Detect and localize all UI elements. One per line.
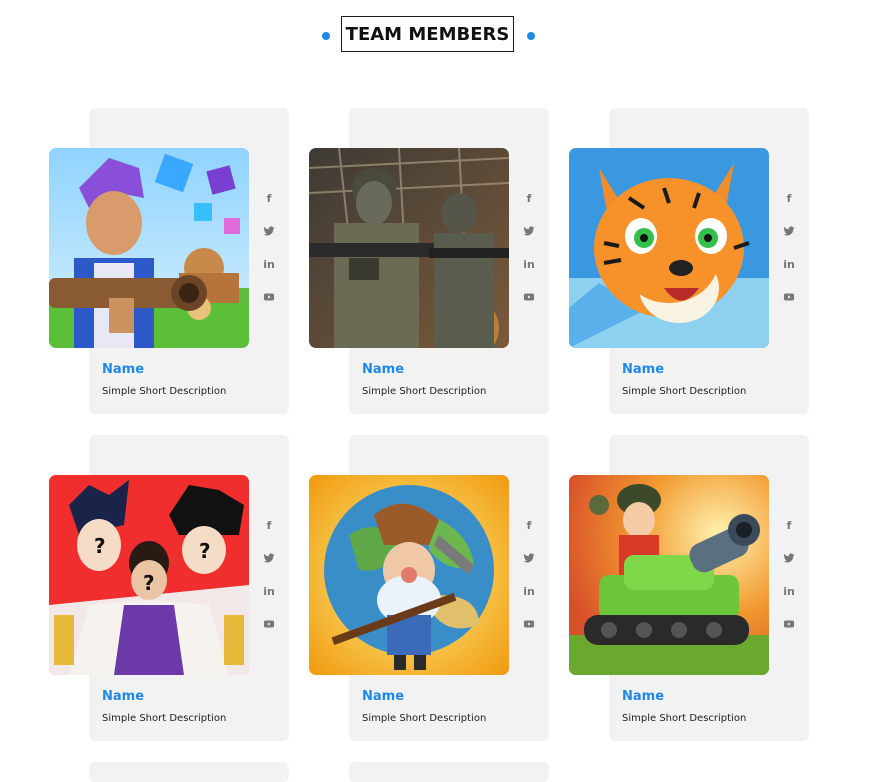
facebook-icon[interactable]: f [259, 517, 279, 533]
linkedin-icon[interactable]: in [779, 583, 799, 599]
member-photo[interactable] [49, 148, 249, 348]
youtube-icon[interactable] [259, 616, 279, 632]
section-heading: TEAM MEMBERS [0, 16, 872, 54]
svg-text:?: ? [94, 534, 106, 558]
youtube-icon[interactable] [519, 289, 539, 305]
youtube-icon[interactable] [779, 289, 799, 305]
svg-text:?: ? [143, 571, 155, 595]
member-name[interactable]: Name [362, 689, 404, 704]
member-photo[interactable]: ? ? ? [49, 475, 249, 675]
heading-dot-right [527, 32, 535, 40]
member-description: Simple Short Description [622, 386, 747, 397]
facebook-icon[interactable]: f [259, 190, 279, 206]
member-photo[interactable] [309, 475, 509, 675]
heading-dot-left [322, 32, 330, 40]
member-description: Simple Short Description [622, 713, 747, 724]
twitter-icon[interactable] [779, 550, 799, 566]
twitter-icon[interactable] [259, 550, 279, 566]
youtube-icon[interactable] [259, 289, 279, 305]
member-photo[interactable] [309, 148, 509, 348]
youtube-icon[interactable] [779, 616, 799, 632]
member-name[interactable]: Name [622, 362, 664, 377]
facebook-icon[interactable]: f [779, 517, 799, 533]
member-description: Simple Short Description [102, 386, 227, 397]
youtube-icon[interactable] [519, 616, 539, 632]
linkedin-icon[interactable]: in [519, 583, 539, 599]
linkedin-icon[interactable]: in [259, 256, 279, 272]
twitter-icon[interactable] [519, 550, 539, 566]
facebook-icon[interactable]: f [779, 190, 799, 206]
section-title: TEAM MEMBERS [341, 16, 514, 52]
member-name[interactable]: Name [102, 689, 144, 704]
member-description: Simple Short Description [362, 386, 487, 397]
linkedin-icon[interactable]: in [259, 583, 279, 599]
svg-text:?: ? [199, 539, 211, 563]
linkedin-icon[interactable]: in [519, 256, 539, 272]
facebook-icon[interactable]: f [519, 190, 539, 206]
member-name[interactable]: Name [362, 362, 404, 377]
member-name[interactable]: Name [622, 689, 664, 704]
team-card [89, 762, 289, 782]
member-name[interactable]: Name [102, 362, 144, 377]
twitter-icon[interactable] [519, 223, 539, 239]
linkedin-icon[interactable]: in [779, 256, 799, 272]
twitter-icon[interactable] [259, 223, 279, 239]
member-photo[interactable] [569, 148, 769, 348]
member-photo[interactable] [569, 475, 769, 675]
team-card [349, 762, 549, 782]
member-description: Simple Short Description [102, 713, 227, 724]
member-description: Simple Short Description [362, 713, 487, 724]
twitter-icon[interactable] [779, 223, 799, 239]
facebook-icon[interactable]: f [519, 517, 539, 533]
